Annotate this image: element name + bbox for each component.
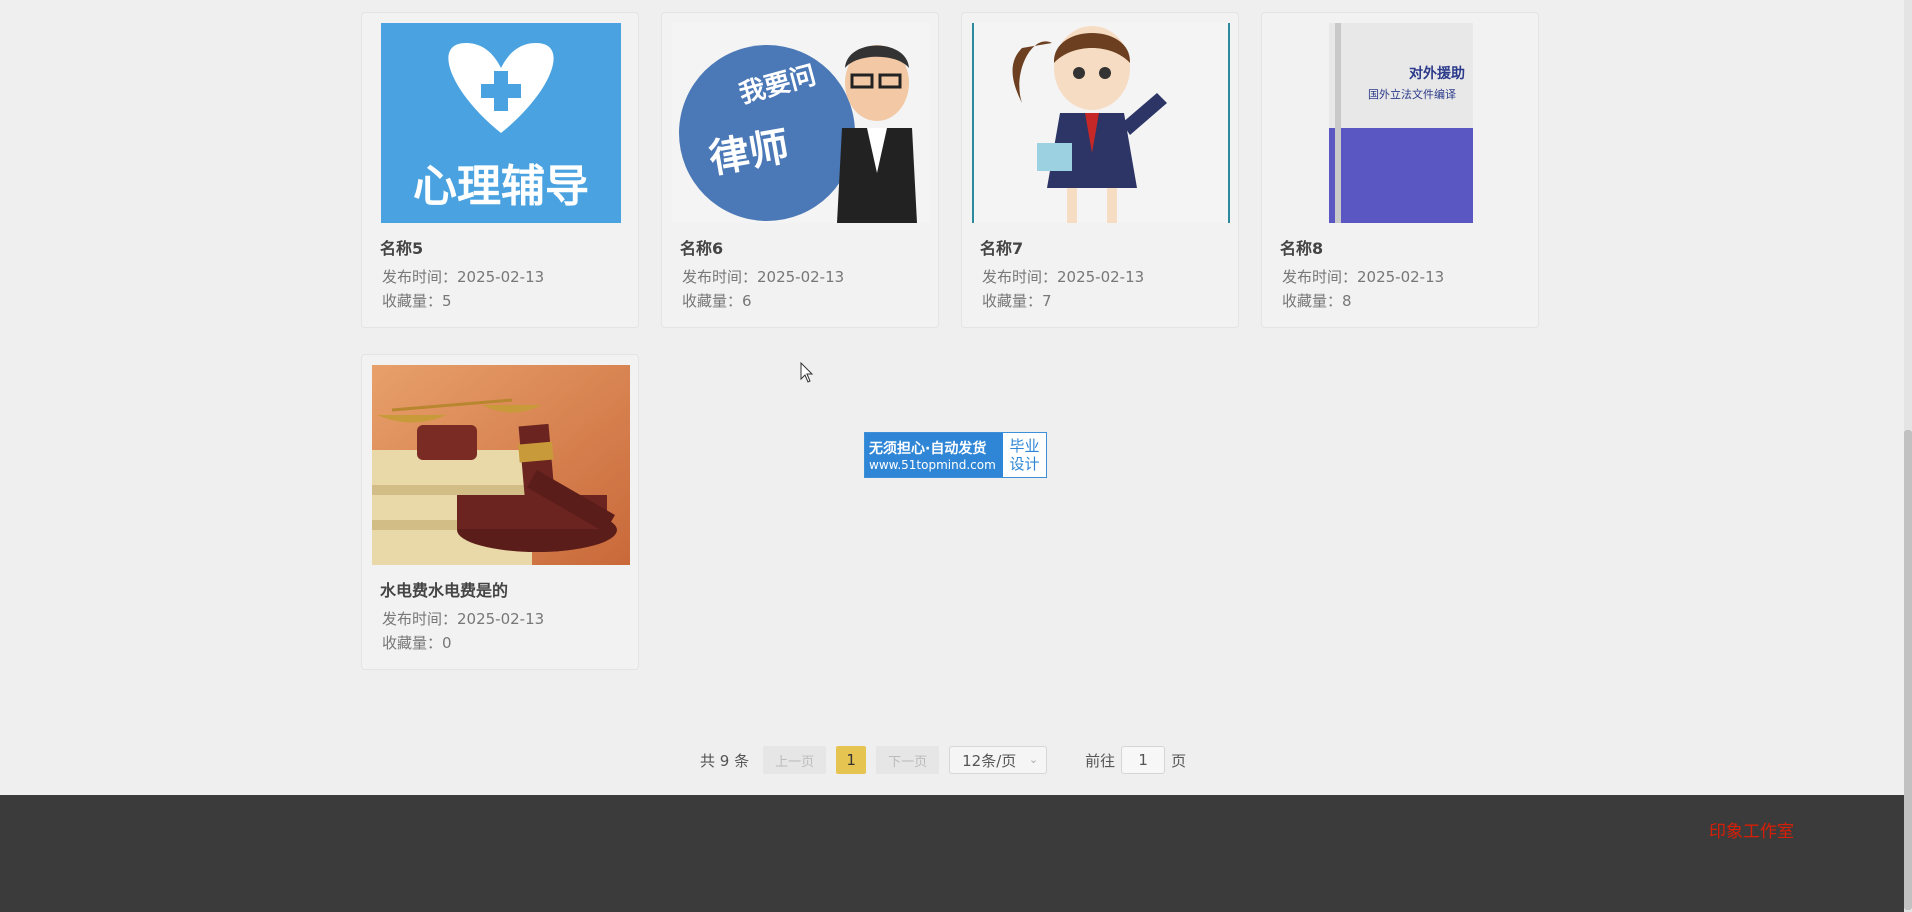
page-number-current[interactable]: 1 xyxy=(836,746,867,774)
card-title[interactable]: 名称6 xyxy=(680,235,723,259)
card-grid: 心理辅导 名称5 发布时间：2025-02-13 收藏量：5 我要问 律师 名称… xyxy=(0,0,1912,800)
ad-right: 毕业 设计 xyxy=(1003,433,1046,477)
mouse-cursor-icon xyxy=(800,362,814,383)
card-date: 发布时间：2025-02-13 xyxy=(982,268,1145,286)
footer-link[interactable]: 印象工作室 xyxy=(1709,817,1794,842)
card-thumbnail[interactable]: 心理辅导 xyxy=(372,23,630,223)
card-title[interactable]: 名称5 xyxy=(380,235,423,259)
card-item[interactable]: 对外援助 国外立法文件编译 名称8 发布时间：2025-02-13 收藏量：8 xyxy=(1261,12,1539,328)
ad-line2: www.51topmind.com xyxy=(869,458,996,472)
ad-left: 无须担心·自动发货 www.51topmind.com xyxy=(865,433,1003,477)
next-page-button[interactable]: 下一页 xyxy=(876,746,940,774)
card-thumbnail[interactable]: 我要问 律师 xyxy=(672,23,930,223)
prev-page-button[interactable]: 上一页 xyxy=(763,746,827,774)
goto-label: 前往 xyxy=(1085,751,1116,770)
card-item[interactable]: 名称7 发布时间：2025-02-13 收藏量：7 xyxy=(961,12,1239,328)
card-date: 发布时间：2025-02-13 xyxy=(382,268,545,286)
card-favorites: 收藏量：6 xyxy=(682,292,752,310)
card-item[interactable]: 水电费水电费是的 发布时间：2025-02-13 收藏量：0 xyxy=(361,354,639,670)
scrollbar[interactable] xyxy=(1904,0,1912,912)
page-size-select[interactable]: 12条/页 ⌄ xyxy=(949,746,1048,774)
card-thumbnail[interactable] xyxy=(972,23,1230,223)
card-title[interactable]: 名称7 xyxy=(980,235,1023,259)
ad-banner[interactable]: 无须担心·自动发货 www.51topmind.com 毕业 设计 xyxy=(864,432,1047,478)
ad-right-line2: 设计 xyxy=(1009,455,1040,473)
thumb-text: 心理辅导 xyxy=(413,161,589,212)
card-title[interactable]: 名称8 xyxy=(1280,235,1323,259)
card-date: 发布时间：2025-02-13 xyxy=(1282,268,1445,286)
card-date: 发布时间：2025-02-13 xyxy=(382,610,545,628)
thumb-text: 国外立法文件编译 xyxy=(1368,87,1456,101)
footer: 印象工作室 xyxy=(0,795,1904,912)
card-favorites: 收藏量：5 xyxy=(382,292,452,310)
ad-right-line1: 毕业 xyxy=(1009,437,1040,455)
card-thumbnail[interactable]: 对外援助 国外立法文件编译 xyxy=(1272,23,1530,223)
ad-line1: 无须担心·自动发货 xyxy=(869,441,987,457)
card-thumbnail[interactable] xyxy=(372,365,630,565)
page-size-value: 12条/页 xyxy=(962,751,1017,770)
goto-page-input[interactable]: 1 xyxy=(1121,746,1166,774)
card-item[interactable]: 我要问 律师 名称6 发布时间：2025-02-13 收藏量：6 xyxy=(661,12,939,328)
card-title[interactable]: 水电费水电费是的 xyxy=(380,577,508,601)
card-date: 发布时间：2025-02-13 xyxy=(682,268,845,286)
card-favorites: 收藏量：7 xyxy=(982,292,1052,310)
card-item[interactable]: 心理辅导 名称5 发布时间：2025-02-13 收藏量：5 xyxy=(361,12,639,328)
card-favorites: 收藏量：0 xyxy=(382,634,452,652)
scrollbar-thumb[interactable] xyxy=(1904,430,1912,910)
chevron-down-icon: ⌄ xyxy=(1028,753,1039,766)
pagination: 共 9 条 上一页 1 下一页 12条/页 ⌄ 前往 1 页 xyxy=(700,746,1186,774)
page-suffix: 页 xyxy=(1171,751,1187,770)
pagination-total: 共 9 条 xyxy=(700,751,750,770)
thumb-text: 对外援助 xyxy=(1409,65,1465,82)
card-favorites: 收藏量：8 xyxy=(1282,292,1352,310)
